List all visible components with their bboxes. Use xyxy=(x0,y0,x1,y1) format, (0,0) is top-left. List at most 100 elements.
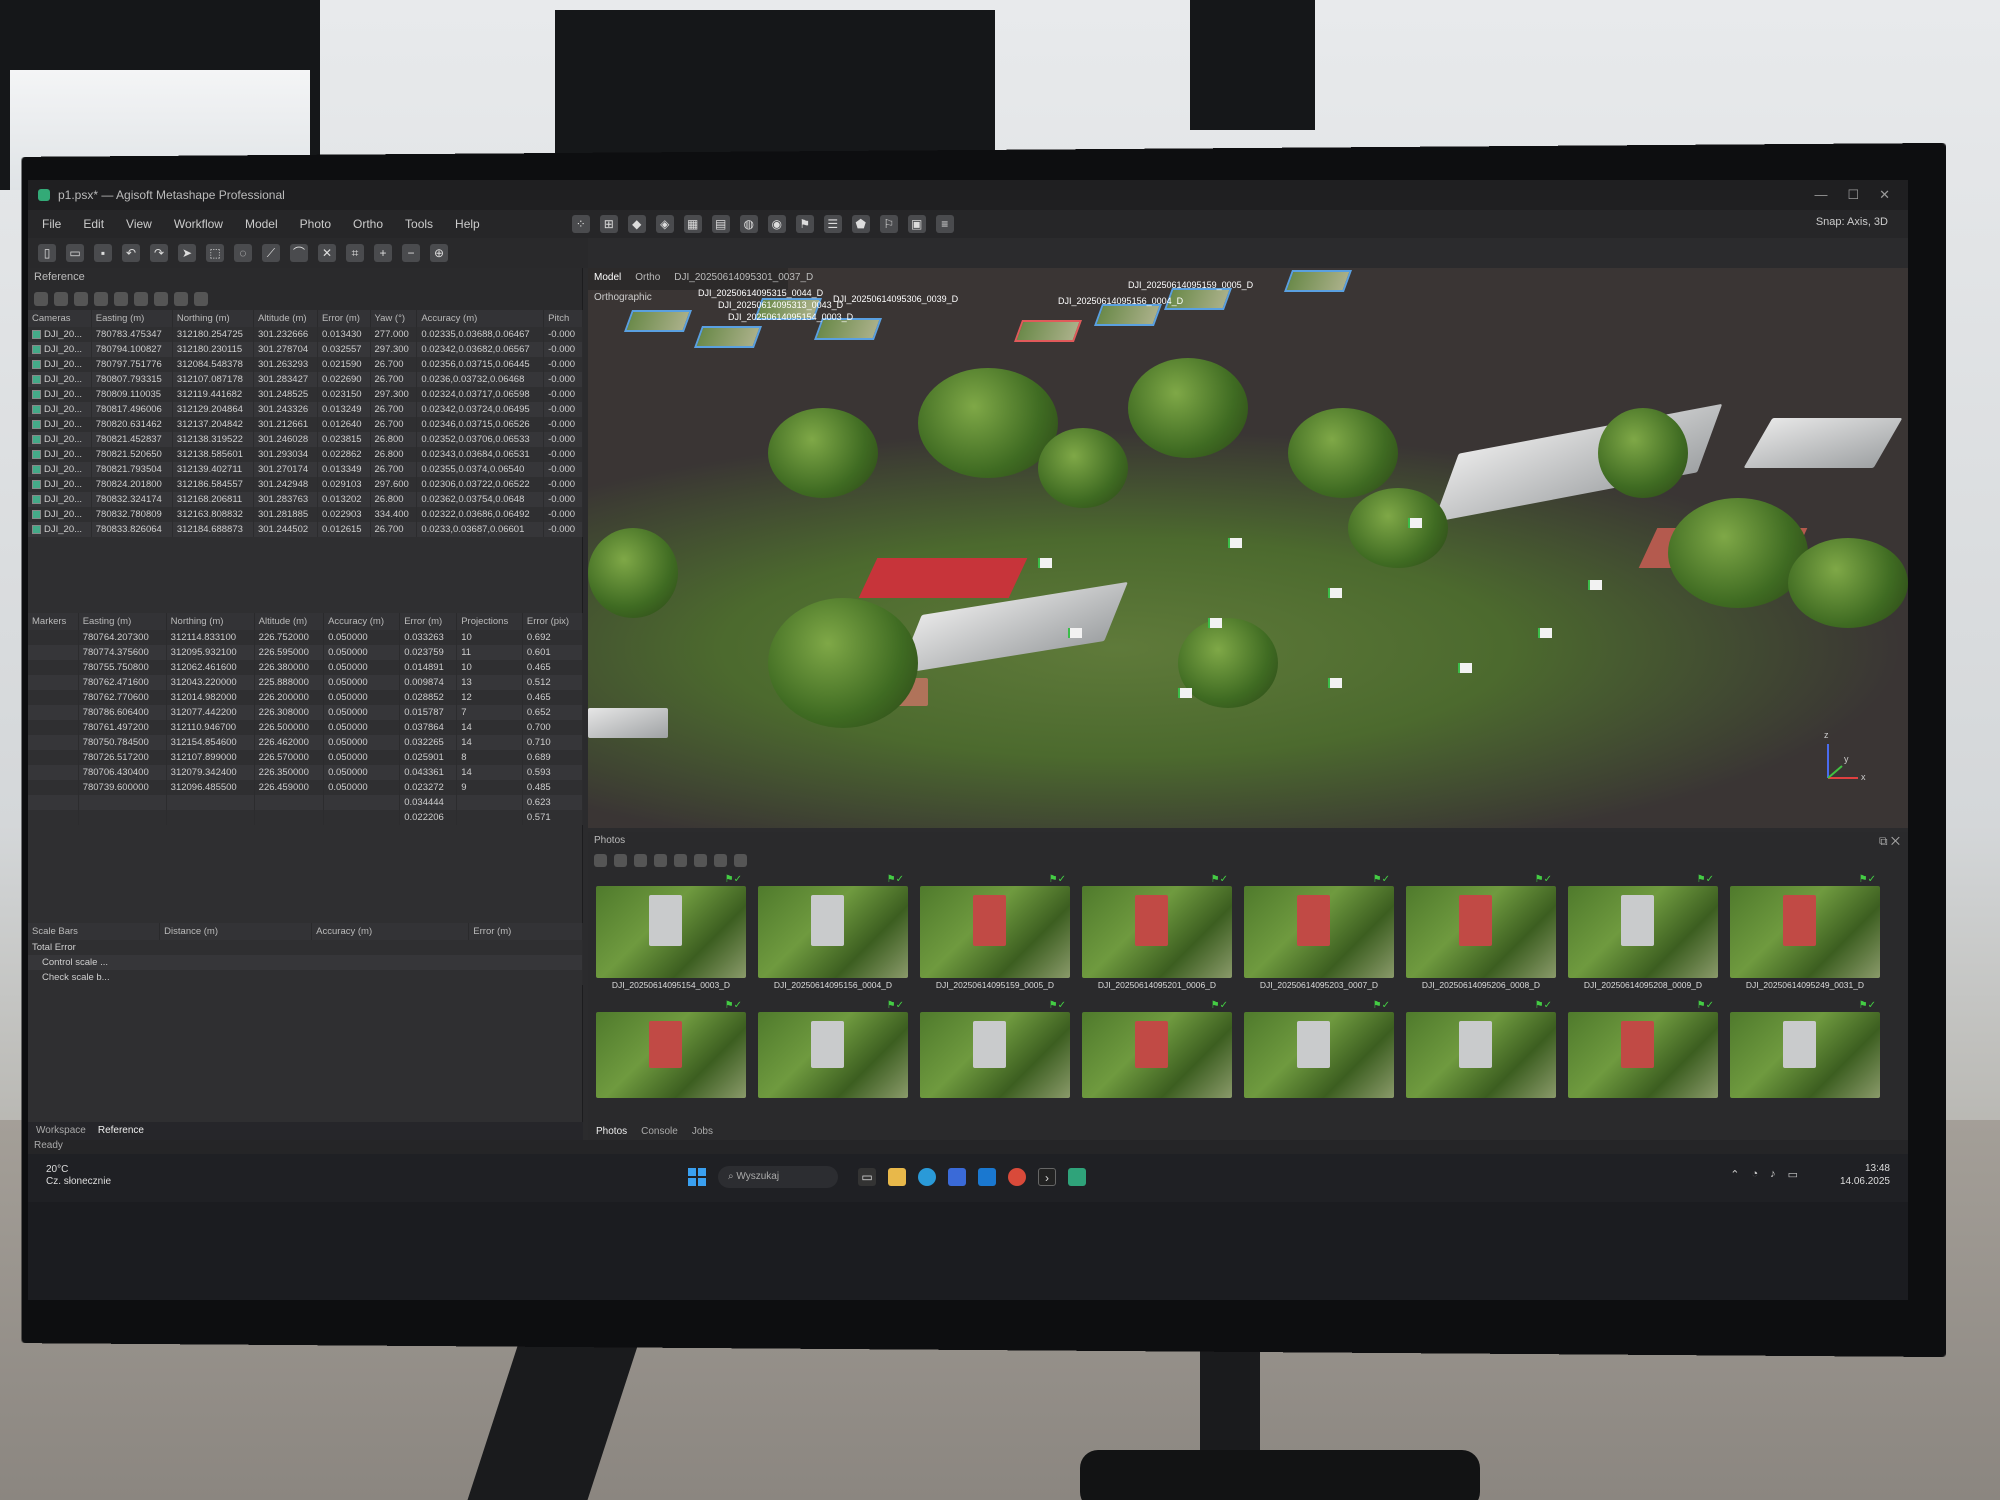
marker-flag[interactable] xyxy=(1038,558,1052,568)
menu-view[interactable]: View xyxy=(126,217,152,231)
model-viewport[interactable]: Model Ortho DJI_20250614095301_0037_D Or… xyxy=(588,268,1908,828)
photo-thumbnail[interactable]: ⚑✓ DJI_20250614095203_0007_D xyxy=(1244,874,1394,994)
tab-model[interactable]: Model xyxy=(594,272,621,286)
camera-row[interactable]: DJI_20... 780832.324174 312168.206811 301.2… xyxy=(28,492,583,507)
new-file-icon[interactable]: ▯ xyxy=(38,244,56,262)
cameras-header[interactable]: Northing (m) xyxy=(172,310,254,327)
menu-model[interactable]: Model xyxy=(245,217,278,231)
camera-row[interactable]: DJI_20... 780824.201800 312186.584557 301.2… xyxy=(28,477,583,492)
scalebar-row[interactable]: Control scale ... xyxy=(28,955,583,970)
menu-workflow[interactable]: Workflow xyxy=(174,217,223,231)
tray-battery-icon[interactable]: ▭ xyxy=(1788,1168,1798,1181)
ruler-icon[interactable]: ⟋ xyxy=(262,244,280,262)
enable-checkbox[interactable] xyxy=(32,389,41,399)
marker-flag[interactable] xyxy=(1178,688,1192,698)
photo-thumbnail[interactable]: ⚑✓ xyxy=(1568,1000,1718,1100)
photo-thumbnail[interactable]: ⚑✓ xyxy=(596,1000,746,1100)
chrome-icon[interactable] xyxy=(1008,1168,1026,1186)
store-icon[interactable] xyxy=(948,1168,966,1186)
tab-reference[interactable]: Reference xyxy=(98,1125,144,1137)
crop-icon[interactable]: ⌗ xyxy=(346,244,364,262)
photo-thumbnail[interactable]: ⚑✓ xyxy=(758,1000,908,1100)
view-mode-icon[interactable] xyxy=(734,853,747,867)
rotate-right-icon[interactable] xyxy=(674,853,687,867)
start-button[interactable] xyxy=(688,1168,706,1186)
convert-icon[interactable] xyxy=(74,292,88,306)
rotate-left-icon[interactable] xyxy=(654,853,667,867)
maximize-button[interactable]: ☐ xyxy=(1847,187,1859,203)
photo-thumbnail[interactable]: ⚑✓ DJI_20250614095156_0004_D xyxy=(758,874,908,994)
metashape-icon[interactable] xyxy=(1068,1168,1086,1186)
list-icon[interactable]: ☰ xyxy=(823,215,842,233)
enable-checkbox[interactable] xyxy=(32,479,41,489)
marker-flag[interactable] xyxy=(1068,628,1082,638)
reset-filter-icon[interactable] xyxy=(714,853,727,867)
camera-row[interactable]: DJI_20... 780833.826064 312184.688873 301.2… xyxy=(28,522,583,537)
enable-checkbox[interactable] xyxy=(32,509,41,519)
markers-header[interactable]: Easting (m) xyxy=(78,613,167,630)
tab-photos[interactable]: Photos xyxy=(596,1126,627,1138)
outlook-icon[interactable] xyxy=(978,1168,996,1186)
terminal-icon[interactable]: › xyxy=(1038,1168,1056,1186)
marker-flag[interactable] xyxy=(1458,663,1472,673)
scalebars-header[interactable]: Accuracy (m) xyxy=(311,923,470,940)
tab-jobs[interactable]: Jobs xyxy=(692,1126,713,1138)
circle-select-icon[interactable]: ◌ xyxy=(234,244,252,262)
marker-row[interactable]: 780755.750800 312062.461600 226.380000 0.05… xyxy=(28,660,583,675)
enable-checkbox[interactable] xyxy=(32,434,41,444)
open-folder-icon[interactable]: ▭ xyxy=(66,244,84,262)
settings-icon[interactable] xyxy=(114,292,128,306)
camera-frame-selected[interactable] xyxy=(1013,320,1083,342)
cameras-header[interactable]: Cameras xyxy=(28,310,92,327)
marker-flag[interactable] xyxy=(1408,518,1422,528)
image-icon[interactable]: ▣ xyxy=(907,215,926,233)
minimize-button[interactable]: — xyxy=(1814,187,1827,203)
photo-thumbnail[interactable]: ⚑✓ DJI_20250614095159_0005_D xyxy=(920,874,1070,994)
markers-header[interactable]: Markers xyxy=(28,613,79,630)
tray-chevron-icon[interactable]: ⌃ xyxy=(1730,1168,1739,1181)
zoom-out-icon[interactable]: − xyxy=(402,244,420,262)
enable-checkbox[interactable] xyxy=(32,464,41,474)
enable-checkbox[interactable] xyxy=(32,359,41,369)
tray-volume-icon[interactable]: ♪ xyxy=(1770,1168,1776,1181)
marker-row[interactable]: 780706.430400 312079.342400 226.350000 0.05… xyxy=(28,765,583,780)
photo-thumbnail[interactable]: ⚑✓ xyxy=(1730,1000,1880,1100)
camera-row[interactable]: DJI_20... 780794.100827 312180.230115 301.2… xyxy=(28,342,583,357)
photo-thumbnail[interactable]: ⚑✓ xyxy=(1244,1000,1394,1100)
markers-header[interactable]: Projections xyxy=(456,613,523,630)
dense-cloud-icon[interactable]: ⁘ xyxy=(571,215,590,233)
camera-icon[interactable]: ◉ xyxy=(767,215,786,233)
dem-icon[interactable]: ▤ xyxy=(711,215,730,233)
texture-icon[interactable]: ◈ xyxy=(655,215,674,233)
camera-frame[interactable] xyxy=(693,326,763,348)
camera-row[interactable]: DJI_20... 780821.520650 312138.585601 301.2… xyxy=(28,447,583,462)
redo-icon[interactable]: ↷ xyxy=(150,244,168,262)
rect-select-icon[interactable]: ⬚ xyxy=(206,244,224,262)
enable-checkbox[interactable] xyxy=(32,329,41,339)
marker-flag[interactable] xyxy=(1328,678,1342,688)
view-source-icon[interactable] xyxy=(134,292,148,306)
markers-header[interactable]: Error (m) xyxy=(399,613,458,630)
camera-row[interactable]: DJI_20... 780797.751776 312084.548378 301.2… xyxy=(28,357,583,372)
tab-console[interactable]: Console xyxy=(641,1126,678,1138)
camera-row[interactable]: DJI_20... 780821.452837 312138.319522 301.2… xyxy=(28,432,583,447)
scalebar-row[interactable]: Check scale b... xyxy=(28,970,583,985)
menu-photo[interactable]: Photo xyxy=(300,217,331,231)
photo-thumbnail[interactable]: ⚑✓ xyxy=(1406,1000,1556,1100)
tab-ortho[interactable]: Ortho xyxy=(635,272,660,286)
enable-checkbox[interactable] xyxy=(32,524,41,534)
flag-icon[interactable]: ⚐ xyxy=(879,215,898,233)
marker-row[interactable]: 780764.207300 312114.833100 226.752000 0.05… xyxy=(28,630,583,645)
cameras-header[interactable]: Error (m) xyxy=(317,310,371,327)
marker-row[interactable]: 780739.600000 312096.485500 226.459000 0.05… xyxy=(28,780,583,795)
remove-camera-icon[interactable] xyxy=(634,853,647,867)
scalebars-header[interactable]: Distance (m) xyxy=(159,923,313,940)
navigation-icon[interactable]: ➤ xyxy=(178,244,196,262)
camera-frame[interactable] xyxy=(623,310,693,332)
menu-edit[interactable]: Edit xyxy=(83,217,104,231)
photos-panel-controls[interactable]: ⧉ ✕ xyxy=(1879,834,1900,849)
camera-row[interactable]: DJI_20... 780783.475347 312180.254725 301.2… xyxy=(28,327,583,342)
layers-icon[interactable]: ≡ xyxy=(935,215,954,233)
camera-row[interactable]: DJI_20... 780817.496006 312129.204864 301.2… xyxy=(28,402,583,417)
enable-camera-icon[interactable] xyxy=(594,853,607,867)
